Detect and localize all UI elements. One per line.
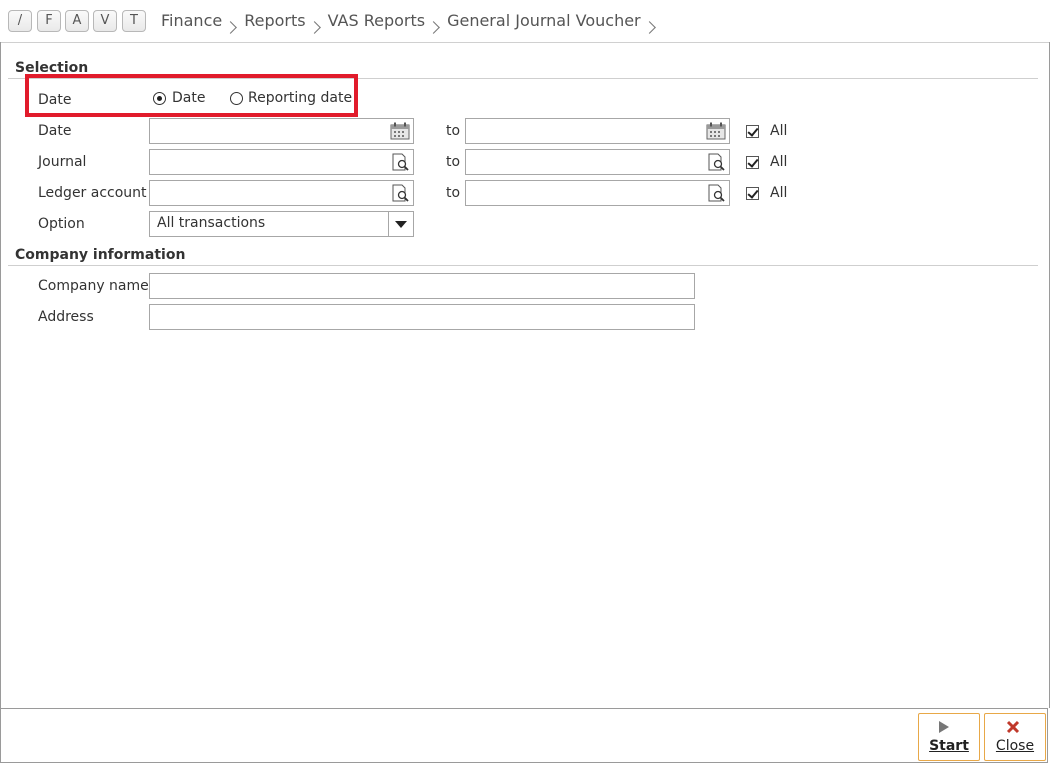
option-label: Option — [38, 216, 85, 232]
section-title-company-information: Company information — [15, 247, 186, 263]
calendar-icon[interactable] — [390, 122, 410, 140]
date-all-checkbox[interactable] — [746, 125, 759, 138]
breadcrumb: Finance Reports VAS Reports General Journal… — [161, 10, 663, 34]
footer-bar: Start Close — [0, 708, 1048, 763]
option-select-value: All transactions — [157, 215, 266, 231]
calendar-icon[interactable] — [706, 122, 726, 140]
quick-button-f[interactable]: F — [37, 10, 61, 32]
option-select[interactable]: All transactions — [149, 211, 414, 237]
breadcrumb-general-journal-voucher[interactable]: General Journal Voucher — [447, 10, 641, 32]
date-range-label: Date — [38, 123, 72, 139]
ledger-account-to-field[interactable] — [465, 180, 730, 206]
date-from-field[interactable] — [149, 118, 414, 144]
breadcrumb-vas-reports[interactable]: VAS Reports — [328, 10, 425, 32]
chevron-right-icon — [642, 21, 656, 34]
quick-button-a[interactable]: A — [65, 10, 89, 32]
lookup-icon[interactable] — [390, 184, 410, 202]
top-bar: / F A V T Finance Reports VAS Reports Gener… — [0, 0, 1050, 43]
journal-all-label[interactable]: All — [770, 154, 787, 170]
date-all-label[interactable]: All — [770, 123, 787, 139]
quick-button-slash[interactable]: / — [8, 10, 32, 32]
journal-all-checkbox[interactable] — [746, 156, 759, 169]
dropdown-arrow-icon[interactable] — [388, 212, 413, 236]
ledger-account-all-checkbox[interactable] — [746, 187, 759, 200]
company-name-label: Company name — [38, 278, 149, 294]
close-icon — [1006, 720, 1020, 734]
close-button[interactable]: Close — [984, 713, 1046, 761]
highlight-box — [25, 74, 358, 117]
chevron-right-icon — [427, 21, 440, 34]
address-input[interactable] — [149, 304, 695, 330]
breadcrumb-reports[interactable]: Reports — [244, 10, 305, 32]
lookup-icon[interactable] — [706, 153, 726, 171]
ledger-account-all-label[interactable]: All — [770, 185, 787, 201]
start-button[interactable]: Start — [918, 713, 980, 761]
chevron-right-icon — [307, 21, 321, 34]
journal-label: Journal — [38, 154, 87, 170]
date-to-field[interactable] — [465, 118, 730, 144]
close-button-label: Close — [995, 738, 1035, 754]
lookup-icon[interactable] — [390, 153, 410, 171]
quick-button-t[interactable]: T — [122, 10, 146, 32]
journal-to-field[interactable] — [465, 149, 730, 175]
start-button-label: Start — [929, 738, 969, 754]
quick-button-v[interactable]: V — [93, 10, 117, 32]
play-icon — [939, 721, 949, 733]
ledger-account-from-field[interactable] — [149, 180, 414, 206]
lookup-icon[interactable] — [706, 184, 726, 202]
company-name-input[interactable] — [149, 273, 695, 299]
address-label: Address — [38, 309, 94, 325]
ledger-account-label: Ledger account — [38, 185, 147, 201]
chevron-right-icon — [224, 21, 238, 34]
section-divider — [8, 265, 1038, 266]
ledger-account-to-label: to — [446, 185, 461, 201]
date-to-label: to — [446, 123, 461, 139]
journal-from-field[interactable] — [149, 149, 414, 175]
breadcrumb-finance[interactable]: Finance — [161, 10, 222, 32]
journal-to-label: to — [446, 154, 461, 170]
